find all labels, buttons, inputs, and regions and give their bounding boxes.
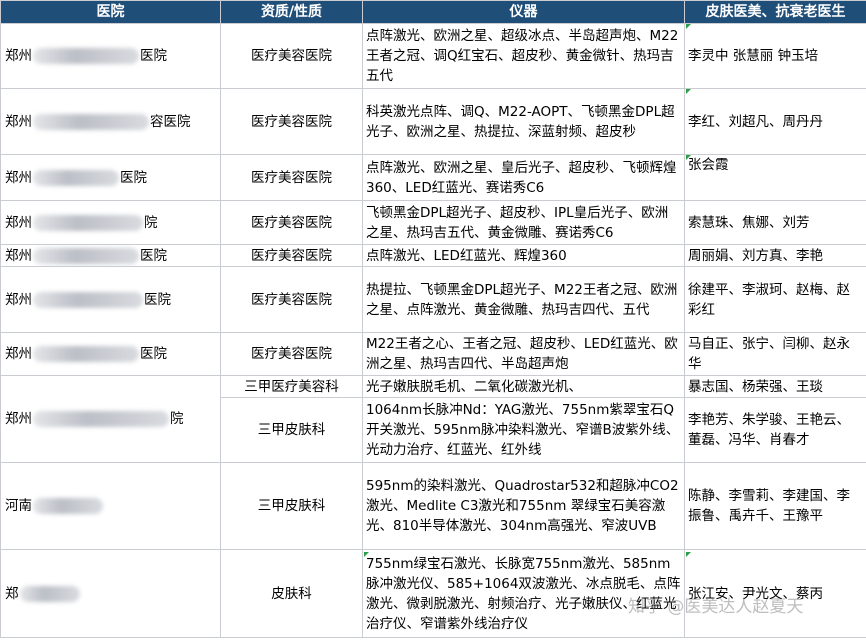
table-row: 郑州院 医疗美容医院 飞顿黑金DPL超光子、超皮秒、IPL皇后光子、欧洲之星、热… (0, 200, 866, 245)
instruments-cell: 755nm绿宝石激光、长脉宽755nm激光、585nm脉冲激光仪、585+106… (362, 549, 685, 638)
instruments-cell: 热提拉、飞顿黑金DPL超光子、M22王者之冠、欧洲之星、点阵激光、黄金微雕、热玛… (362, 266, 685, 333)
doctors-cell: 马自正、张宁、闫柳、赵永华 (684, 332, 866, 376)
hospital-table: 医院 资质/性质 仪器 皮肤医美、抗衰老医生 郑州 医院 医疗美容医院 点阵激光、… (0, 0, 866, 638)
table-row: 郑州 医院 医疗美容医院 点阵激光、欧洲之星、皇后光子、超皮秒、飞顿辉煌360、L… (0, 154, 866, 201)
table-row: 郑州 容医院 医疗美容医院 科英激光点阵、调Q、M22-AOPT、飞顿黑金DPL超… (0, 88, 866, 155)
instruments-cell: M22王者之心、王者之冠、超皮秒、LED红蓝光、欧洲之星、热玛吉四代、半岛超声炮 (362, 332, 685, 376)
instruments-cell: 点阵激光、欧洲之星、超级冰点、半岛超声炮、M22王者之冠、调Q红宝石、超皮秒、黄… (362, 23, 685, 89)
doctors-cell: 李红、刘超凡、周丹丹 (684, 88, 866, 155)
hospital-cell: 郑州 容医院 (0, 88, 221, 155)
header-hospital: 医院 (0, 0, 221, 24)
qualification-cell: 三甲皮肤科 (220, 462, 363, 550)
doctors-cell: 徐建平、李淑珂、赵梅、赵彩红 (684, 266, 866, 333)
table-row: 河南 三甲皮肤科 595nm的染料激光、Quadrostar532和超脉冲CO2… (0, 462, 866, 550)
qualification-cell: 三甲医疗美容科 (220, 375, 363, 398)
doctors-cell: 李灵中 张慧丽 钟玉培 (684, 23, 866, 89)
hospital-cell: 郑 (0, 549, 221, 638)
doctors-cell: 李艳芳、朱学骏、王艳云、董磊、冯华、肖春才 (684, 397, 866, 463)
table-row: 郑州 医院 医疗美容医院 热提拉、飞顿黑金DPL超光子、M22王者之冠、欧洲之星、… (0, 266, 866, 333)
redaction-blur (33, 113, 149, 130)
qualification-cell: 医疗美容医院 (220, 200, 363, 245)
redaction-blur (33, 169, 119, 186)
instruments-cell: 光子嫩肤脱毛机、二氧化碳激光机、 (362, 375, 685, 398)
doctors-cell: 周丽娟、刘方真、李艳 (684, 244, 866, 267)
hospital-cell: 郑州院 (0, 200, 221, 245)
comment-marker-icon (686, 89, 691, 94)
header-instruments: 仪器 (362, 0, 685, 24)
hospital-cell: 郑州 医院 (0, 244, 221, 267)
qualification-cell: 医疗美容医院 (220, 244, 363, 267)
comment-marker-icon (364, 552, 369, 557)
redaction-blur (33, 214, 143, 231)
redaction-blur (33, 411, 169, 427)
table-row: 郑州 医院 医疗美容医院 点阵激光、欧洲之星、超级冰点、半岛超声炮、M22王者之冠… (0, 23, 866, 89)
header-doctors: 皮肤医美、抗衰老医生 (684, 0, 866, 24)
instruments-cell: 飞顿黑金DPL超光子、超皮秒、IPL皇后光子、欧洲之星、热玛吉五代、黄金微雕、赛… (362, 200, 685, 245)
qualification-cell: 医疗美容医院 (220, 23, 363, 89)
table-row: 郑 皮肤科 755nm绿宝石激光、长脉宽755nm激光、585nm脉冲激光仪、5… (0, 549, 866, 638)
hospital-cell: 郑州院 (0, 375, 221, 463)
table-row: 郑州 医院 医疗美容医院 M22王者之心、王者之冠、超皮秒、LED红蓝光、欧洲之星… (0, 332, 866, 376)
comment-marker-icon (686, 24, 691, 29)
redaction-blur (33, 291, 143, 308)
doctors-cell: 张会霞 (684, 154, 866, 201)
qualification-cell: 医疗美容医院 (220, 332, 363, 376)
redaction-blur (33, 498, 103, 514)
qualification-cell: 医疗美容医院 (220, 154, 363, 201)
hospital-cell: 河南 (0, 462, 221, 550)
instruments-cell: 科英激光点阵、调Q、M22-AOPT、飞顿黑金DPL超光子、欧洲之星、热提拉、深… (362, 88, 685, 155)
header-qualification: 资质/性质 (220, 0, 363, 24)
instruments-cell: 点阵激光、LED红蓝光、辉煌360 (362, 244, 685, 267)
comment-marker-icon (686, 155, 691, 160)
hospital-cell: 郑州 医院 (0, 266, 221, 333)
doctors-cell: 陈静、李雪莉、李建国、李振鲁、禹卉千、王豫平 (684, 462, 866, 550)
doctors-cell: 张江安、尹光文、蔡丙 (684, 549, 866, 638)
qualification-cell: 医疗美容医院 (220, 88, 363, 155)
redaction-blur (19, 585, 80, 602)
hospital-cell: 郑州 医院 (0, 23, 221, 89)
qualification-cell: 医疗美容医院 (220, 266, 363, 333)
qualification-cell: 皮肤科 (220, 549, 363, 638)
redaction-blur (33, 247, 139, 264)
comment-marker-icon (686, 552, 691, 557)
instruments-cell: 1064nm长脉冲Nd：YAG激光、755nm紫翠宝石Q开关激光、595nm脉冲… (362, 397, 685, 463)
instruments-cell: 点阵激光、欧洲之星、皇后光子、超皮秒、飞顿辉煌360、LED红蓝光、赛诺秀C6 (362, 154, 685, 201)
qualification-cell: 三甲皮肤科 (220, 397, 363, 463)
instruments-cell: 595nm的染料激光、Quadrostar532和超脉冲CO2激光、Medlit… (362, 462, 685, 550)
redaction-blur (33, 48, 139, 64)
header-row: 医院 资质/性质 仪器 皮肤医美、抗衰老医生 (0, 0, 866, 24)
redaction-blur (33, 346, 139, 362)
table-row: 郑州院 三甲医疗美容科 光子嫩肤脱毛机、二氧化碳激光机、 暴志国、杨荣强、王琰 (0, 375, 866, 463)
doctors-cell: 索慧珠、焦娜、刘芳 (684, 200, 866, 245)
doctors-cell: 暴志国、杨荣强、王琰 (684, 375, 866, 398)
hospital-cell: 郑州 医院 (0, 332, 221, 376)
hospital-cell: 郑州 医院 (0, 154, 221, 201)
table-row: 郑州 医院 医疗美容医院 点阵激光、LED红蓝光、辉煌360 周丽娟、刘方真、李艳 (0, 244, 866, 267)
